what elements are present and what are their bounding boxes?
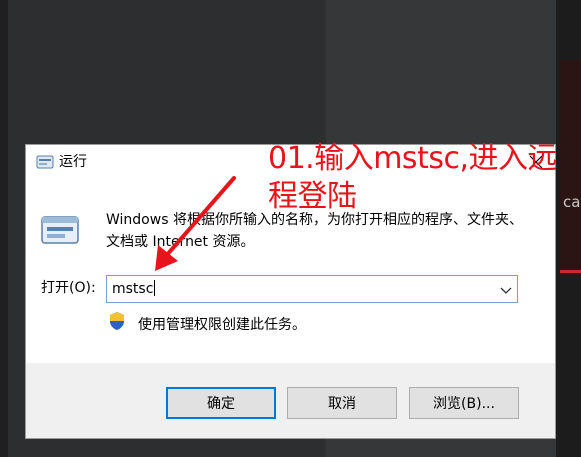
button-bar: 确定 取消 浏览(B)... <box>26 363 555 438</box>
open-combobox[interactable]: mstsc <box>106 275 518 303</box>
background-accent-line <box>560 270 581 273</box>
ok-button[interactable]: 确定 <box>166 387 276 419</box>
background-strip <box>0 0 8 457</box>
cancel-button[interactable]: 取消 <box>287 387 397 419</box>
admin-note: 使用管理权限创建此任务。 <box>138 317 306 333</box>
shield-icon <box>108 311 126 331</box>
open-input[interactable]: mstsc <box>112 280 156 298</box>
chevron-down-icon[interactable] <box>499 282 513 296</box>
run-icon <box>40 213 80 247</box>
annotation-text: 01.输入mstsc,进入远程登陆 <box>268 141 558 214</box>
text-caret <box>154 280 156 296</box>
open-input-value: mstsc <box>112 281 154 297</box>
browse-button[interactable]: 浏览(B)... <box>409 387 519 419</box>
open-label: 打开(O): <box>41 280 96 296</box>
dialog-title: 运行 <box>59 154 87 170</box>
run-icon <box>36 154 54 170</box>
